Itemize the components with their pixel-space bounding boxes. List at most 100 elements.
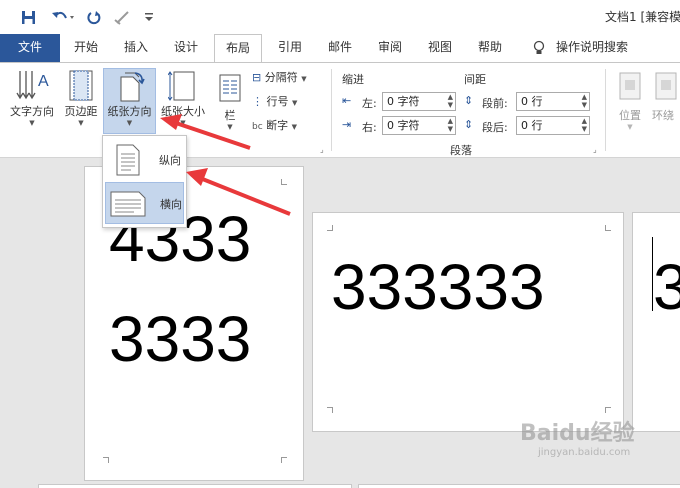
columns-icon <box>219 74 241 102</box>
tab-review[interactable]: 审阅 <box>368 34 412 62</box>
chevron-down-icon: ▼ <box>126 119 133 127</box>
page-setup-launcher-icon[interactable]: ⌟ <box>320 145 324 154</box>
customize-qat-icon[interactable] <box>142 8 156 26</box>
spinner-arrows-icon[interactable]: ▲ ▼ <box>582 117 587 133</box>
indent-right-icon: ⇥ <box>342 118 352 131</box>
portrait-label: 纵向 <box>159 154 181 167</box>
page[interactable]: 3 <box>632 212 680 432</box>
wrap-text-label: 环绕 <box>652 109 674 122</box>
page[interactable]: 333333 <box>312 212 624 432</box>
tell-me-search[interactable]: 操作说明搜索 <box>556 34 666 62</box>
margins-label: 页边距 <box>64 105 98 118</box>
paper-size-icon <box>168 71 195 101</box>
chevron-down-icon: ▼ <box>227 123 233 131</box>
text-direction-button[interactable]: A 文字方向 ▼ <box>6 67 58 151</box>
page <box>358 484 680 488</box>
chevron-down-icon: ▼ <box>29 119 35 127</box>
orientation-button[interactable]: 纸张方向 ▼ <box>103 68 156 134</box>
margin-corner-mark <box>103 457 109 463</box>
orientation-icon <box>120 72 145 102</box>
margins-icon <box>69 70 93 101</box>
chevron-down-icon: ▼ <box>627 123 633 131</box>
hyphenation-label: 断字 <box>266 119 289 132</box>
spacing-before-icon: ⇕ <box>464 94 474 107</box>
columns-label: 栏 <box>224 109 236 122</box>
orientation-label: 纸张方向 <box>107 105 152 118</box>
text-direction-label: 文字方向 <box>10 105 54 118</box>
spacing-label: 间距 <box>464 73 486 86</box>
chevron-down-icon: ▼ <box>180 119 186 127</box>
group-separator <box>331 69 332 151</box>
breaks-icon: ⊟ <box>252 71 262 84</box>
spacing-before-field[interactable]: 0 行 ▲ ▼ <box>516 92 590 111</box>
page-text-line[interactable]: 3333 <box>109 307 251 371</box>
position-button[interactable]: 位置 ▼ <box>612 67 648 151</box>
tab-design[interactable]: 设计 <box>164 34 208 62</box>
tab-file[interactable]: 文件 <box>0 34 60 62</box>
tab-layout[interactable]: 布局 <box>214 34 262 63</box>
orientation-landscape-item[interactable]: 横向 <box>105 182 184 224</box>
format-painter-icon[interactable] <box>112 8 134 26</box>
breaks-button[interactable]: ⊟ 分隔符 ▼ <box>252 69 324 87</box>
tab-view[interactable]: 视图 <box>418 34 462 62</box>
lightbulb-icon <box>530 34 548 62</box>
ribbon-tabs: 文件 开始 插入 设计 布局 引用 邮件 审阅 视图 帮助 操作说明搜索 <box>0 34 680 63</box>
tab-help[interactable]: 帮助 <box>468 34 512 62</box>
columns-button[interactable]: 栏 ▼ <box>212 67 248 151</box>
chevron-down-icon: ▼ <box>292 99 298 107</box>
document-title: 文档1 [兼容模 <box>605 10 680 24</box>
spinner-arrows-icon[interactable]: ▲ ▼ <box>448 117 453 133</box>
watermark-url: jingyan.baidu.com <box>538 447 631 458</box>
paper-size-label: 纸张大小 <box>161 105 205 118</box>
landscape-label: 横向 <box>160 198 182 211</box>
margin-corner-mark <box>281 457 287 463</box>
chevron-down-icon: ▼ <box>301 75 307 83</box>
title-bar: 文档1 [兼容模 <box>0 0 680 34</box>
undo-icon[interactable] <box>48 8 78 26</box>
spinner-arrows-icon[interactable]: ▲ ▼ <box>448 93 453 109</box>
line-numbers-button[interactable]: ⋮ 行号 ▼ <box>252 93 324 111</box>
spinner-arrows-icon[interactable]: ▲ ▼ <box>582 93 587 109</box>
baidu-watermark: Baidu经验 jingyan.baidu.com <box>520 415 635 458</box>
spacing-after-label: 段后: <box>482 121 508 134</box>
margins-button[interactable]: 页边距 ▼ <box>60 67 102 151</box>
margin-corner-mark <box>327 407 333 413</box>
indent-right-label: 右: <box>362 121 377 134</box>
svg-text:A: A <box>38 73 49 90</box>
orientation-portrait-item[interactable]: 纵向 <box>105 139 184 181</box>
spacing-after-field[interactable]: 0 行 ▲ ▼ <box>516 116 590 135</box>
indent-left-icon: ⇤ <box>342 94 352 107</box>
tab-references[interactable]: 引用 <box>268 34 312 62</box>
wrap-text-button[interactable]: 环绕 <box>652 67 680 151</box>
indent-right-field[interactable]: 0 字符 ▲ ▼ <box>382 116 456 135</box>
watermark-brand: Baidu经验 <box>520 421 635 446</box>
margin-corner-mark <box>605 225 611 231</box>
margin-corner-mark <box>605 407 611 413</box>
line-numbers-label: 行号 <box>266 95 289 108</box>
paragraph-launcher-icon[interactable]: ⌟ <box>593 145 597 154</box>
indent-label: 缩进 <box>342 73 364 86</box>
landscape-page-icon <box>110 191 146 217</box>
hyphenation-button[interactable]: bc 断字 ▼ <box>252 117 324 135</box>
save-icon[interactable] <box>18 8 38 26</box>
tab-insert[interactable]: 插入 <box>114 34 158 62</box>
wrap-text-icon <box>655 72 677 100</box>
paragraph-group-title: 段落 <box>450 144 472 157</box>
page-text-line[interactable]: 3 <box>653 255 680 319</box>
page-text-line[interactable]: 333333 <box>331 255 545 319</box>
line-numbers-icon: ⋮ <box>252 95 263 108</box>
portrait-page-icon <box>116 144 140 176</box>
spacing-before-label: 段前: <box>482 97 508 110</box>
position-label: 位置 <box>619 109 641 122</box>
indent-left-field[interactable]: 0 字符 ▲ ▼ <box>382 92 456 111</box>
chevron-down-icon: ▼ <box>291 123 298 131</box>
breaks-label: 分隔符 <box>264 71 298 84</box>
margin-corner-mark <box>327 225 333 231</box>
redo-icon[interactable] <box>84 8 104 26</box>
group-separator <box>605 69 606 151</box>
orientation-menu: 纵向 横向 <box>102 135 187 228</box>
chevron-down-icon: ▼ <box>78 119 84 127</box>
tab-mailings[interactable]: 邮件 <box>318 34 362 62</box>
tab-home[interactable]: 开始 <box>64 34 108 62</box>
page <box>38 484 352 488</box>
